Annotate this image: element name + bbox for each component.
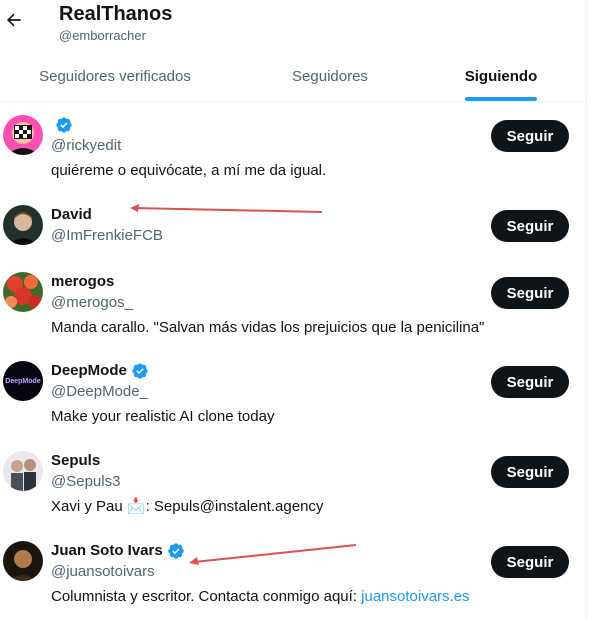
user-name[interactable]: DeepMode	[51, 361, 127, 381]
follow-button[interactable]: Seguir	[491, 456, 569, 488]
name-line	[51, 115, 73, 135]
arrow-left-icon	[6, 13, 21, 27]
avatar[interactable]: DeepMode	[3, 361, 43, 401]
verified-badge-icon	[132, 363, 148, 379]
user-handle: @Sepuls3	[51, 473, 121, 490]
user-row[interactable]: merogos @merogos_ Manda carallo. "Salvan…	[0, 260, 586, 350]
envelope-icon: 📩	[126, 498, 146, 515]
active-tab-indicator	[465, 97, 537, 101]
tab-verified-followers[interactable]: Seguidores verificados	[0, 52, 230, 101]
user-row[interactable]: DeepMode DeepMode @DeepMode_ Make your r…	[0, 349, 586, 439]
profile-header: RealThanos @emborracher Seguidores verif…	[0, 0, 586, 102]
follow-button[interactable]: Seguir	[491, 210, 569, 242]
bio-link[interactable]: juansotoivars.es	[361, 588, 469, 605]
user-name[interactable]: Sepuls	[51, 451, 100, 471]
bio-text: Xavi y Pau	[51, 498, 123, 515]
follow-button[interactable]: Seguir	[491, 277, 569, 309]
user-row[interactable]: Sepuls @Sepuls3 Xavi y Pau 📩: Sepuls@ins…	[0, 439, 586, 529]
user-bio: quiéreme o equivócate, a mí me da igual.	[51, 162, 327, 179]
user-bio: Columnista y escritor. Contacta conmigo …	[51, 587, 470, 607]
user-handle: @juansotoivars	[51, 563, 155, 580]
profile-name: RealThanos	[59, 3, 173, 25]
name-line: Sepuls	[51, 451, 100, 471]
name-line: Juan Soto Ivars	[51, 541, 185, 561]
avatar[interactable]	[3, 115, 43, 155]
user-bio: Make your realistic AI clone today	[51, 408, 275, 425]
user-handle: @DeepMode_	[51, 383, 148, 400]
avatar[interactable]	[3, 205, 43, 245]
back-button[interactable]	[2, 8, 26, 32]
verified-badge-icon	[56, 117, 72, 133]
follow-button[interactable]: Seguir	[491, 120, 569, 152]
avatar[interactable]	[3, 272, 43, 312]
bio-text: Columnista y escritor. Contacta conmigo …	[51, 588, 362, 605]
follow-button[interactable]: Seguir	[491, 546, 569, 578]
name-line: David	[51, 205, 92, 225]
name-line: DeepMode	[51, 361, 149, 381]
tab-followers[interactable]: Seguidores	[230, 52, 430, 101]
user-bio: Manda carallo. "Salvan más vidas los pre…	[51, 319, 485, 336]
user-bio: Xavi y Pau 📩: Sepuls@instalent.agency	[51, 497, 323, 517]
user-name[interactable]: Juan Soto Ivars	[51, 541, 163, 561]
following-panel: RealThanos @emborracher Seguidores verif…	[0, 0, 587, 620]
tab-following[interactable]: Siguiendo	[430, 52, 572, 101]
bio-text: : Sepuls@instalent.agency	[145, 498, 324, 515]
name-line: merogos	[51, 272, 114, 292]
avatar[interactable]	[3, 451, 43, 491]
user-handle: @merogos_	[51, 294, 133, 311]
user-name[interactable]: merogos	[51, 272, 114, 292]
user-handle: @ImFrenkieFCB	[51, 227, 163, 244]
user-row[interactable]: @rickyedit quiéreme o equivócate, a mí m…	[0, 103, 586, 193]
user-row[interactable]: Juan Soto Ivars @juansotoivars Columnist…	[0, 529, 586, 619]
user-name[interactable]: David	[51, 205, 92, 225]
profile-handle: @emborracher	[59, 28, 146, 43]
avatar[interactable]	[3, 541, 43, 581]
avatar-logo-text: DeepMode	[5, 377, 41, 385]
tab-bar: Seguidores verificados Seguidores Siguie…	[0, 52, 586, 101]
verified-badge-icon	[168, 543, 184, 559]
user-handle: @rickyedit	[51, 137, 122, 154]
follow-button[interactable]: Seguir	[491, 366, 569, 398]
